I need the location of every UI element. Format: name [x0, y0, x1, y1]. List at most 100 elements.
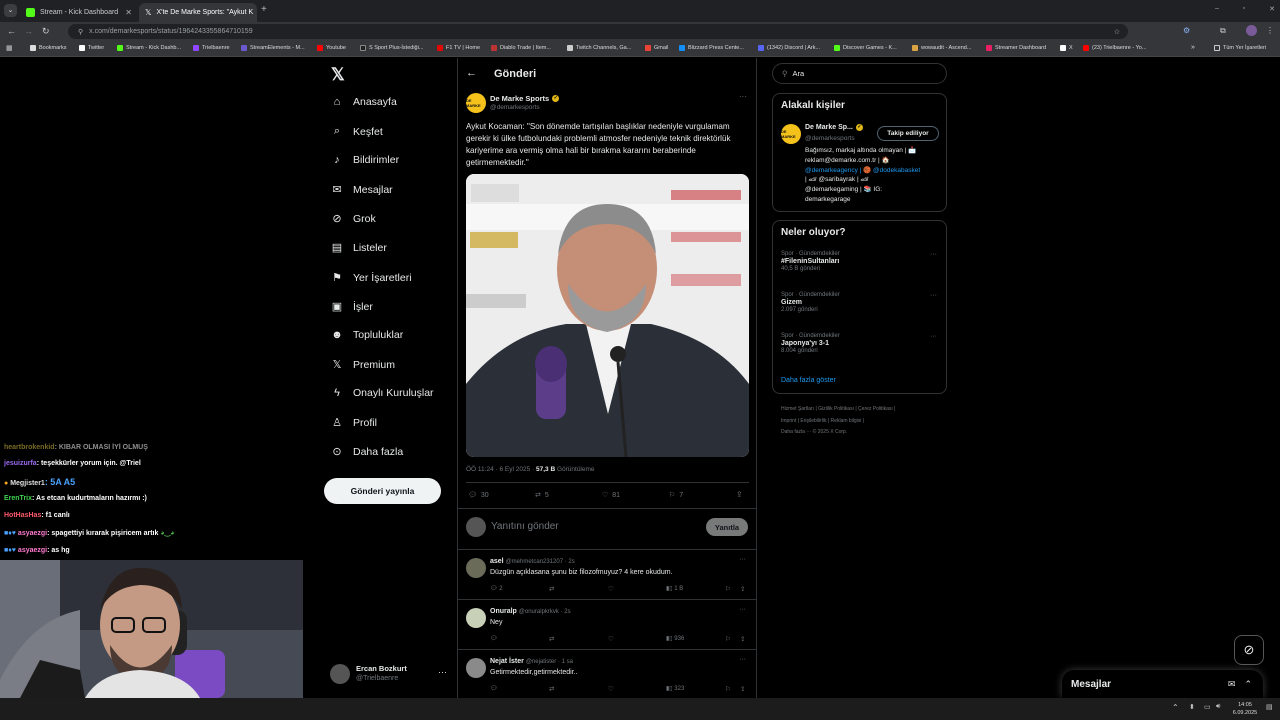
all-bookmarks[interactable]: Tüm Yer İşaretleri	[1214, 45, 1266, 51]
browser-tab-x[interactable]: 𝕏 X'te De Marke Sports: "Aykut K ✕	[139, 3, 257, 22]
like-action[interactable]: ♡ 81	[602, 491, 620, 500]
reload-icon[interactable]: ↻	[42, 26, 50, 37]
reply-item[interactable]: asel @mehmetcan231207 · 2s ··· Düzgün aç…	[457, 549, 757, 599]
nav-daha-fazla[interactable]: ⊙ Daha fazla	[330, 445, 403, 459]
views-icon[interactable]: ▮▯ 1 B	[666, 585, 683, 592]
window-controls[interactable]: – ▫ ✕	[1215, 5, 1275, 13]
footer-line[interactable]: Imprint | Erişilebilirlik | Reklam bilgi…	[781, 416, 895, 428]
bookmark-item[interactable]: Gmail	[645, 45, 668, 51]
reply-action[interactable]: 💬︎ 30	[468, 491, 489, 500]
browser-tab-kick[interactable]: Stream - Kick Dashboard ✕	[20, 3, 138, 22]
nav-grok[interactable]: ⊘ Grok	[330, 212, 375, 226]
address-bar[interactable]: ⚲ x.com/demarkesports/status/19642433558…	[68, 24, 1128, 39]
repost-icon[interactable]: ⇄	[549, 585, 554, 593]
puzzle-icon[interactable]: ⧉	[1220, 26, 1226, 36]
bookmark-item[interactable]: (1342) Discord | Ark...	[758, 45, 820, 51]
author-avatar[interactable]: DE MARKE	[466, 93, 486, 113]
apps-icon[interactable]: ▦	[6, 44, 13, 52]
nav-anasayfa[interactable]: ⌂ Anasayfa	[330, 96, 397, 108]
nav-premium[interactable]: 𝕏 Premium	[330, 358, 395, 372]
star-icon[interactable]: ☆	[1114, 28, 1120, 36]
trend-more-icon[interactable]: ···	[930, 251, 937, 258]
back-arrow-icon[interactable]: ←	[466, 67, 477, 79]
close-window-icon[interactable]: ✕	[1269, 5, 1275, 13]
views-icon[interactable]: ▮▯ 936	[666, 635, 684, 642]
views-icon[interactable]: ▮▯ 323	[666, 685, 684, 692]
repost-action[interactable]: ⇄ 5	[535, 491, 549, 500]
bookmarks-overflow-icon[interactable]: »	[1191, 44, 1195, 51]
bookmark-item[interactable]: (23) Trielbaenre - Yo...	[1083, 45, 1146, 51]
bookmark-item[interactable]: Twitter	[79, 45, 104, 51]
site-info-icon[interactable]: ⚲	[78, 28, 83, 36]
trend-more-icon[interactable]: ···	[930, 333, 937, 340]
share-icon[interactable]: ⇪	[736, 490, 743, 499]
post-more-icon[interactable]: ···	[739, 92, 747, 101]
reply-icon[interactable]: 💬︎	[490, 635, 498, 642]
post-button[interactable]: Gönderi yayınla	[324, 478, 441, 504]
reply-icon[interactable]: 💬︎	[490, 685, 498, 692]
bookmark-icon[interactable]: ⚐	[725, 585, 731, 593]
reply-more-icon[interactable]: ···	[739, 556, 746, 563]
heart-icon[interactable]: ♡	[608, 585, 614, 593]
tray-chevron-icon[interactable]: ⌃	[1172, 703, 1179, 712]
bookmark-action[interactable]: ⚐ 7	[669, 491, 683, 500]
trend-item[interactable]: Spor · Gündemdekiler Gizem 2.097 gönderi…	[781, 292, 941, 313]
repost-icon[interactable]: ⇄	[549, 685, 554, 693]
share-icon[interactable]: ⇪	[740, 685, 745, 693]
reply-button[interactable]: Yanıtla	[706, 518, 748, 536]
post-timestamp[interactable]: ÖÖ 11:24 · 6 Eyl 2025 ·	[466, 466, 536, 473]
more-icon[interactable]: ···	[438, 667, 447, 677]
expand-icon[interactable]: ⌃	[1244, 679, 1252, 690]
author-name[interactable]: De Marke Sports ✓	[490, 94, 560, 103]
nav-mesajlar[interactable]: ✉ Mesajlar	[330, 183, 392, 197]
reply-author[interactable]: Onuralp	[490, 608, 517, 615]
footer-line[interactable]: Hizmet Şartları | Gizlilik Politikası | …	[781, 404, 895, 416]
reply-item[interactable]: Nejat İster @nejatister · 1 sa ··· Getir…	[457, 649, 757, 698]
author-handle[interactable]: @demarkesports	[490, 104, 540, 111]
messages-drawer[interactable]: Mesajlar ✉ ⌃	[1062, 670, 1263, 698]
reply-icon[interactable]: 💬︎ 2	[490, 585, 503, 592]
person-avatar[interactable]: DE MARKE	[781, 124, 801, 144]
bookmark-item[interactable]: X	[1060, 45, 1073, 51]
maximize-icon[interactable]: ▫	[1243, 5, 1245, 13]
nav-bildirimler[interactable]: ♪ Bildirimler	[330, 154, 399, 166]
nav-yer-isaretleri[interactable]: ⚑ Yer İşaretleri	[330, 271, 412, 285]
trend-more-icon[interactable]: ···	[930, 292, 937, 299]
bookmark-item[interactable]: S Sport Plus-İstediği...	[360, 45, 423, 51]
bookmark-item[interactable]: Streamer Dashboard	[986, 45, 1046, 51]
heart-icon[interactable]: ♡	[608, 685, 614, 693]
account-switcher[interactable]: Ercan Bozkurt @Trielbaenre ···	[330, 663, 450, 687]
reply-input[interactable]: Yanıtını gönder	[491, 521, 559, 532]
menu-icon[interactable]: ⋮	[1266, 26, 1274, 35]
bookmark-item[interactable]: Discover Games - K...	[834, 45, 897, 51]
share-icon[interactable]: ⇪	[740, 635, 745, 643]
bookmark-item[interactable]: Youtube	[317, 45, 346, 51]
bookmark-item[interactable]: Trielbaenre	[193, 45, 230, 51]
trend-item[interactable]: Spor · Gündemdekiler Japonya'yı 3-1 8.00…	[781, 333, 941, 354]
nav-profil[interactable]: ♙ Profil	[330, 416, 377, 430]
search-box[interactable]: ⚲ Ara	[772, 63, 947, 84]
share-icon[interactable]: ⇪	[740, 585, 745, 593]
bookmark-item[interactable]: wowaudit - Ascend...	[912, 45, 971, 51]
trend-item[interactable]: Spor · Gündemdekiler #FileninSultanları …	[781, 251, 941, 272]
display-icon[interactable]: ▭	[1204, 703, 1211, 711]
repost-icon[interactable]: ⇄	[549, 635, 554, 643]
reply-item[interactable]: Onuralp @onuralpkrkvk · 2s ··· Ney 💬︎ ⇄ …	[457, 599, 757, 649]
bookmark-item[interactable]: StreamElements - M...	[241, 45, 305, 51]
bookmark-item[interactable]: Bookmarks	[30, 45, 67, 51]
heart-icon[interactable]: ♡	[608, 635, 614, 643]
post-image[interactable]	[466, 174, 749, 457]
forward-icon[interactable]: →	[24, 26, 33, 36]
reply-more-icon[interactable]: ···	[739, 606, 746, 613]
nav-listeler[interactable]: ▤ Listeler	[330, 241, 387, 255]
network-icon[interactable]: ⬍	[1189, 703, 1195, 711]
close-tab-icon[interactable]: ✕	[125, 8, 132, 17]
following-button[interactable]: Takip ediliyor	[877, 126, 939, 141]
bookmark-icon[interactable]: ⚐	[725, 685, 731, 693]
tab-search-button[interactable]: ⌄	[4, 4, 17, 17]
new-message-icon[interactable]: ✉	[1228, 679, 1236, 690]
bookmark-item[interactable]: Twitch Channels, Ga...	[567, 45, 631, 51]
show-more-link[interactable]: Daha fazla göster	[781, 377, 836, 384]
nav-onayli-kuruluslar[interactable]: ϟ Onaylı Kuruluşlar	[330, 387, 433, 399]
reply-author[interactable]: asel	[490, 558, 504, 565]
